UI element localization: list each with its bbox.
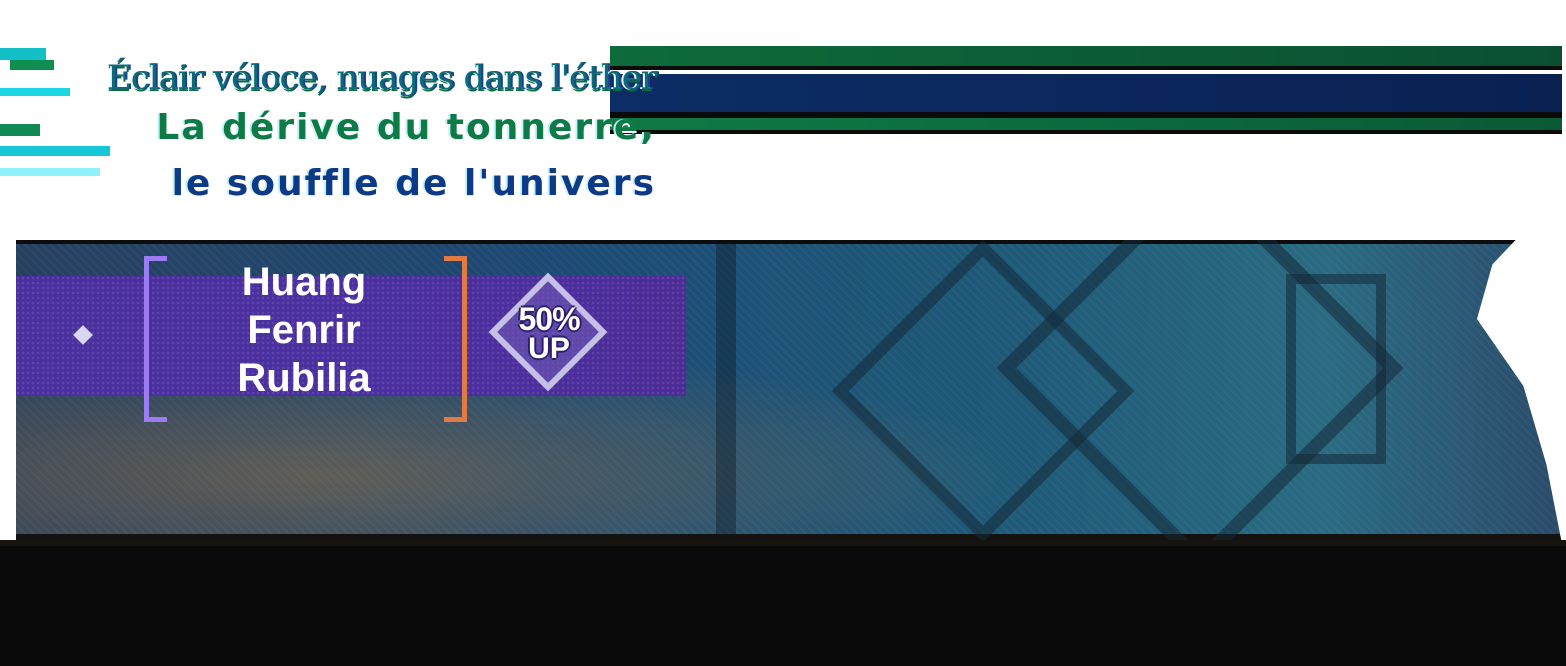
character-name: Huang xyxy=(241,260,367,304)
headline-line-3: le souffle de l'univers xyxy=(171,163,656,204)
character-name: Rubilia xyxy=(237,356,371,400)
headline-line-1: Éclair véloce, nuages dans l'éther xyxy=(106,58,657,98)
character-name: Fenrir xyxy=(247,308,361,352)
header-stripe-green-thin xyxy=(610,118,1562,134)
header-stripe-green xyxy=(610,46,1562,70)
glitch-block xyxy=(10,60,54,70)
glitch-block xyxy=(0,124,40,136)
rate-up-badge: 50% UP xyxy=(512,301,586,365)
rate-up-percent: 50% xyxy=(518,301,580,337)
glitch-block xyxy=(0,168,100,176)
event-headline: Éclair véloce, nuages dans l'éther La dé… xyxy=(106,56,657,212)
left-bracket xyxy=(144,256,167,422)
glitch-block xyxy=(0,88,70,96)
featured-character-names: Huang Fenrir Rubilia xyxy=(168,258,440,402)
glitch-block xyxy=(0,48,46,60)
glitch-block xyxy=(0,146,110,156)
right-bracket xyxy=(444,256,467,422)
headline-line-2: La dérive du tonnerre, xyxy=(156,107,656,148)
banner-decoration xyxy=(1286,274,1386,464)
bottom-panel xyxy=(0,540,1566,666)
rate-up-label: UP xyxy=(528,332,570,365)
banner-decoration xyxy=(716,244,736,534)
header-stripe-blue xyxy=(610,74,1562,118)
